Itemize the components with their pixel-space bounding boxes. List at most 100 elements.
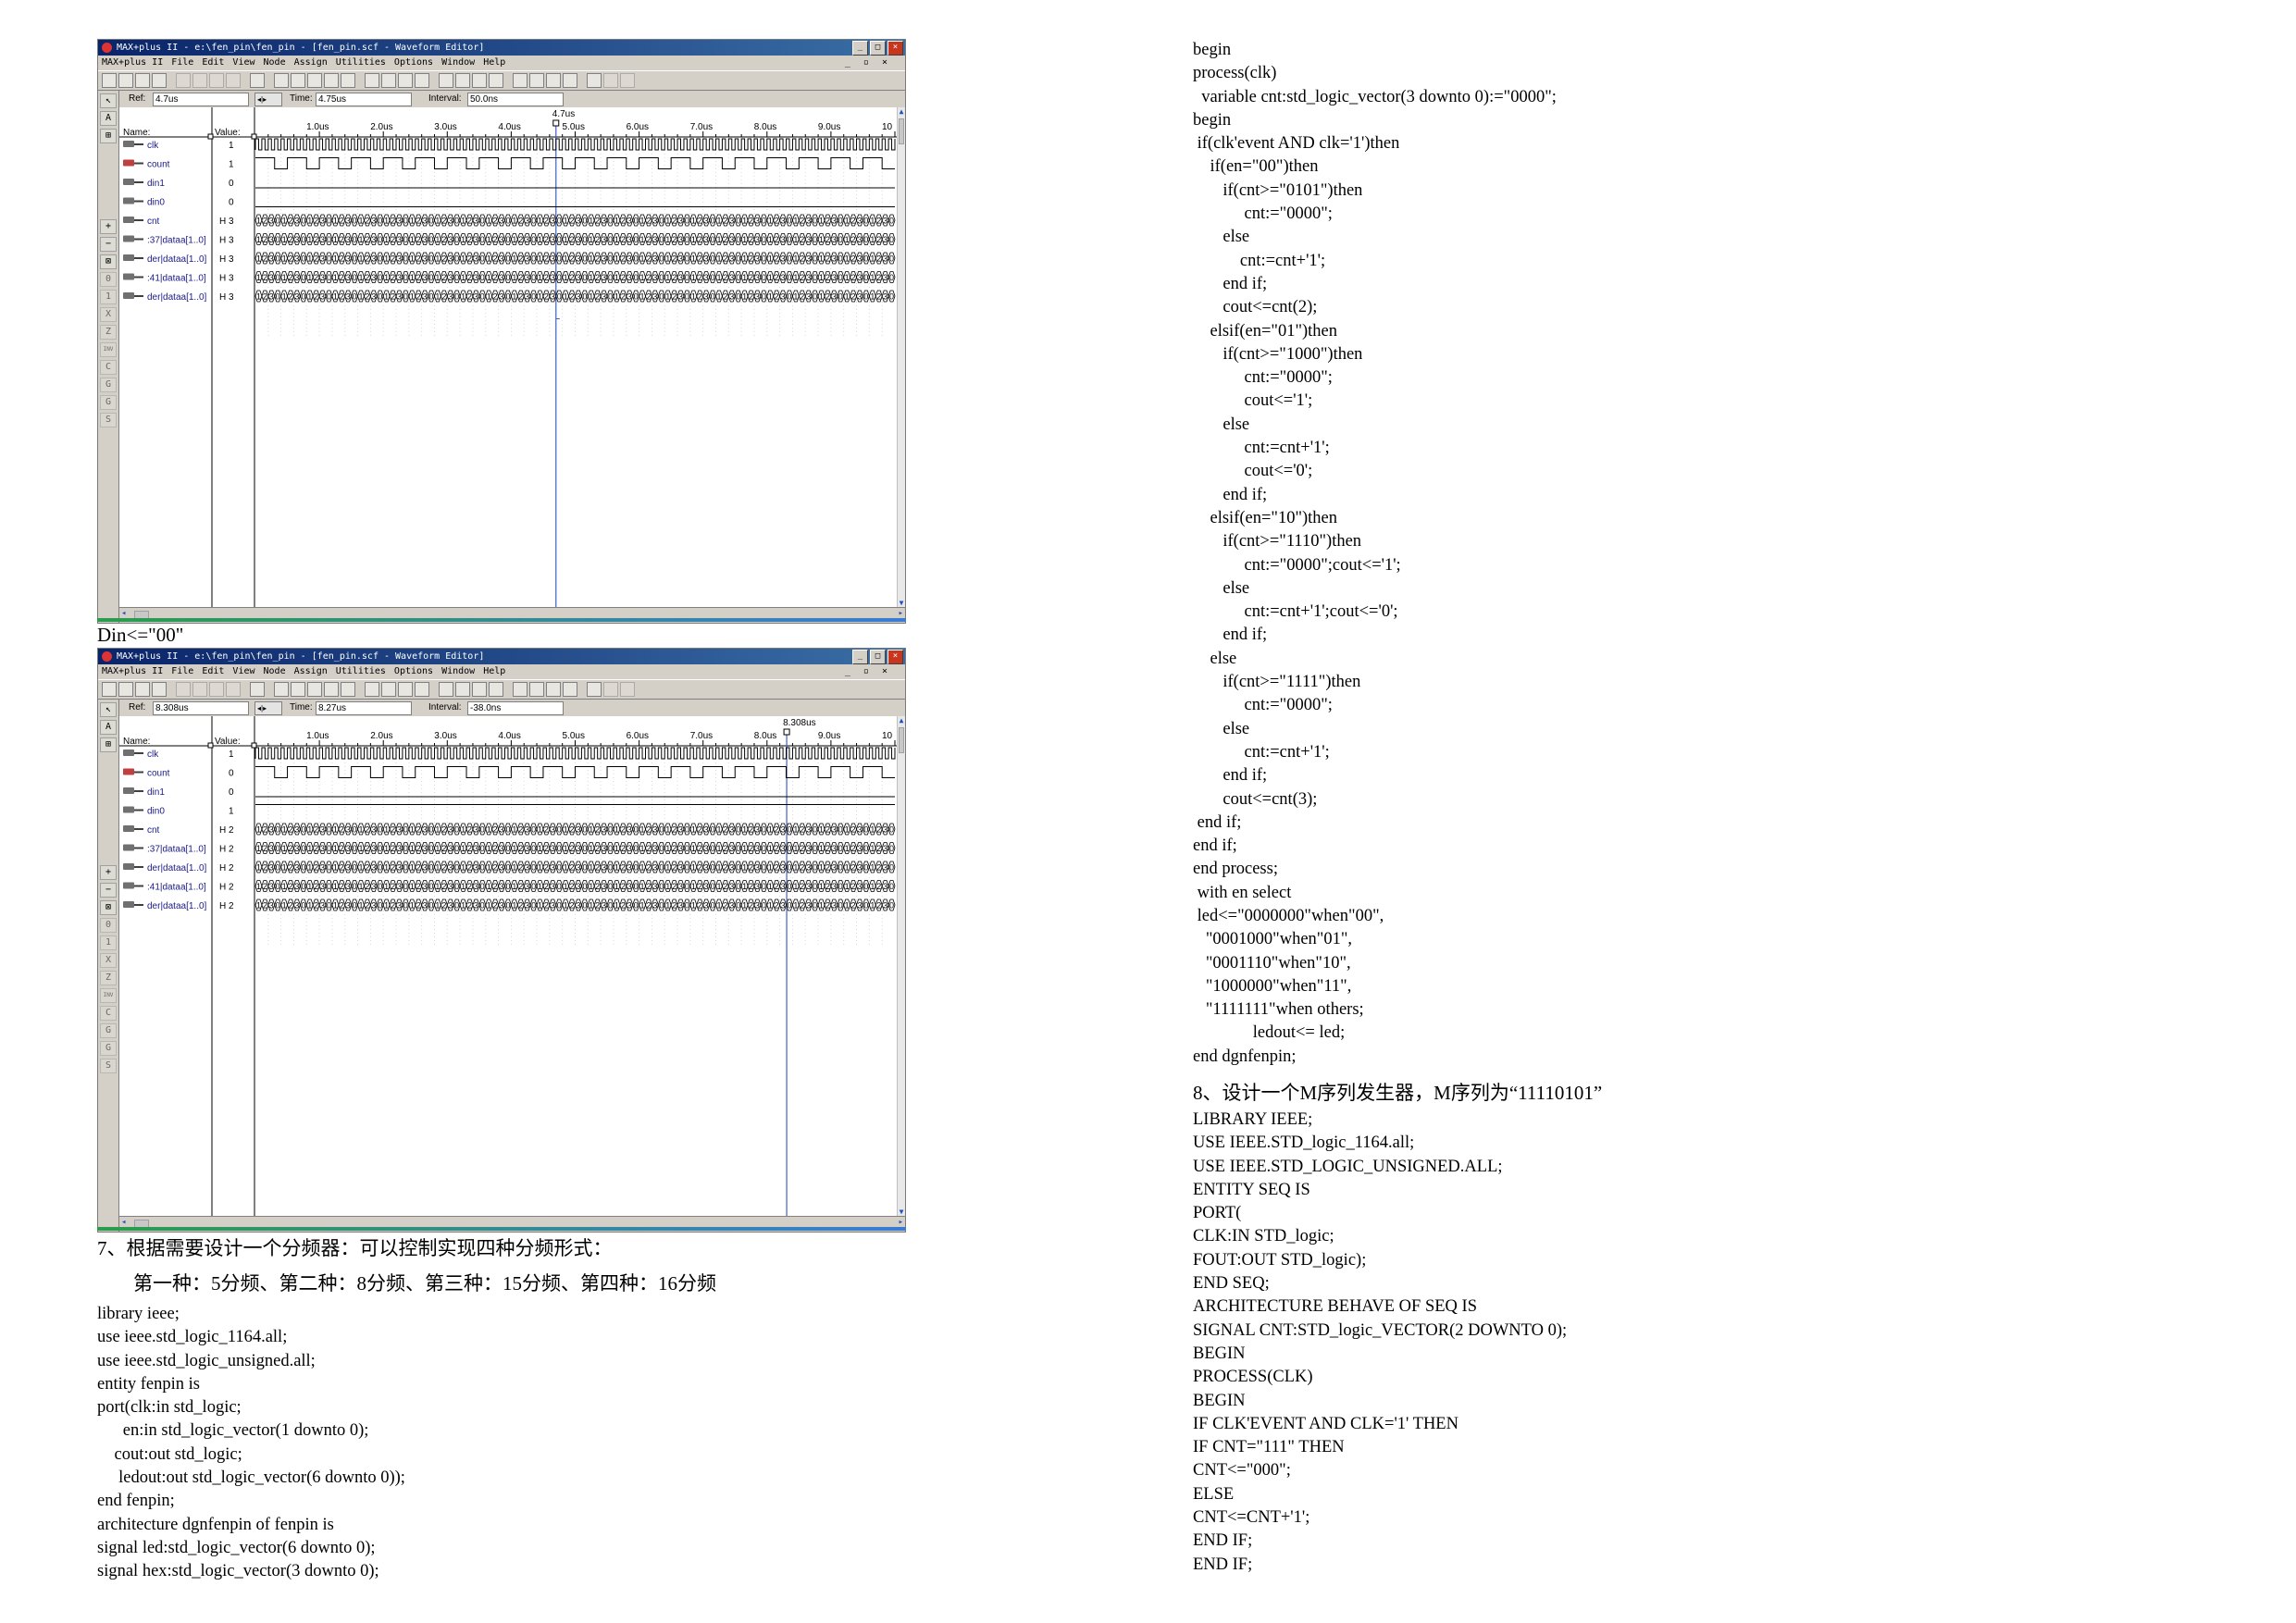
clock-icon[interactable]: G [100,378,117,392]
interval-field[interactable]: 50.0ns [467,93,564,106]
project-icon[interactable] [513,73,527,88]
hierarchy-icon[interactable] [274,682,289,697]
menu-item[interactable]: Edit [202,57,224,68]
signal-name[interactable]: der|dataa[1..0] [147,254,207,265]
save-check-icon[interactable] [472,73,487,88]
minimize-button[interactable]: _ [852,41,868,56]
signal-name[interactable]: count [147,160,170,170]
text-tool-icon[interactable]: A [100,720,117,735]
open-icon[interactable] [118,73,133,88]
sort-icon[interactable]: S [100,413,117,427]
sort-icon[interactable]: S [100,1059,117,1073]
signal-name[interactable]: cnt [147,217,160,227]
new-icon[interactable] [102,682,117,697]
text-icon[interactable] [415,682,429,697]
time-field[interactable]: 4.75us [316,93,412,106]
dim1-icon[interactable] [603,682,618,697]
new-icon[interactable] [102,73,117,88]
waveform-icon[interactable] [439,73,453,88]
pin-icon[interactable] [529,682,544,697]
report-icon[interactable] [455,682,470,697]
menu-item[interactable]: Assign [294,57,328,68]
signal-name[interactable]: :37|dataa[1..0] [147,236,206,246]
undo-icon[interactable] [226,73,241,88]
grid-snap-icon[interactable]: ⊞ [100,129,117,143]
symbol-icon[interactable] [398,73,413,88]
wave-a-icon[interactable] [546,682,561,697]
save-compile-icon[interactable] [489,73,503,88]
dim2-icon[interactable] [620,682,635,697]
signal-name[interactable]: :41|dataa[1..0] [147,883,206,893]
cut-icon[interactable] [176,73,191,88]
wave-b-icon[interactable] [563,682,577,697]
signal-name[interactable]: :37|dataa[1..0] [147,845,206,855]
overwrite-z-icon[interactable]: Z [100,971,117,985]
graphic-icon[interactable] [381,73,396,88]
save-icon[interactable] [135,682,150,697]
menu-item[interactable]: Edit [202,666,224,676]
mdi-controls[interactable]: _ ▫ × [845,664,891,679]
save-check-icon[interactable] [472,682,487,697]
menu-item[interactable]: Options [394,666,433,676]
minimize-button[interactable]: _ [852,650,868,664]
menu-item[interactable]: View [232,57,254,68]
count-icon[interactable]: C [100,360,117,375]
simulator-icon[interactable] [307,682,322,697]
grid-icon[interactable] [587,73,602,88]
interval-field[interactable]: -38.0ns [467,701,564,715]
menu-item[interactable]: Options [394,57,433,68]
maximize-button[interactable]: □ [870,41,886,56]
menu-item[interactable]: Window [441,666,475,676]
pointer-icon[interactable]: ↖ [100,93,117,108]
hierarchy-icon[interactable] [274,73,289,88]
fit-icon[interactable]: ⊠ [100,254,117,269]
symbol-icon[interactable] [398,682,413,697]
overwrite-x-icon[interactable]: X [100,307,117,322]
close-button[interactable]: × [887,650,903,664]
time-field[interactable]: 8.27us [316,701,412,715]
menu-item[interactable]: Utilities [336,666,386,676]
signal-name[interactable]: clk [147,141,159,151]
overwrite-z-icon[interactable]: Z [100,325,117,340]
invert-icon[interactable]: INV [100,988,117,1003]
help-icon[interactable] [250,73,265,88]
signal-name[interactable]: der|dataa[1..0] [147,901,207,911]
scroll-up-arrow[interactable]: ▲ [898,107,905,117]
project-icon[interactable] [513,682,527,697]
paste-icon[interactable] [209,682,224,697]
graphic-icon[interactable] [381,682,396,697]
pin-icon[interactable] [529,73,544,88]
group-icon[interactable]: G [100,395,117,410]
floorplan-icon[interactable] [365,73,379,88]
zoom-in-icon[interactable]: + [100,865,117,880]
menu-item[interactable]: Assign [294,666,328,676]
overwrite-1-icon[interactable]: 1 [100,935,117,950]
zoom-in-icon[interactable]: + [100,219,117,234]
simulator-icon[interactable] [307,73,322,88]
menu-item[interactable]: File [171,666,193,676]
print-icon[interactable] [152,73,167,88]
menu-item[interactable]: MAX+plus II [102,666,163,676]
paste-icon[interactable] [209,73,224,88]
dim1-icon[interactable] [603,73,618,88]
menu-item[interactable]: Help [483,666,505,676]
copy-icon[interactable] [192,73,207,88]
dim2-icon[interactable] [620,73,635,88]
count-icon[interactable]: C [100,1006,117,1021]
menu-item[interactable]: File [171,57,193,68]
timing-icon[interactable] [324,73,339,88]
programmer-icon[interactable] [341,682,355,697]
scroll-thumb[interactable] [899,727,904,753]
zoom-out-icon[interactable]: − [100,237,117,252]
save-icon[interactable] [135,73,150,88]
menu-item[interactable]: Window [441,57,475,68]
scroll-right-arrow[interactable]: ▸ [899,1218,903,1227]
open-icon[interactable] [118,682,133,697]
ref-field[interactable]: 4.7us [153,93,249,106]
compiler-icon[interactable] [291,73,305,88]
help-icon[interactable] [250,682,265,697]
signal-name[interactable]: din0 [147,807,165,817]
scroll-right-arrow[interactable]: ▸ [899,609,903,618]
signal-name[interactable]: din0 [147,198,165,208]
menu-item[interactable]: View [232,666,254,676]
